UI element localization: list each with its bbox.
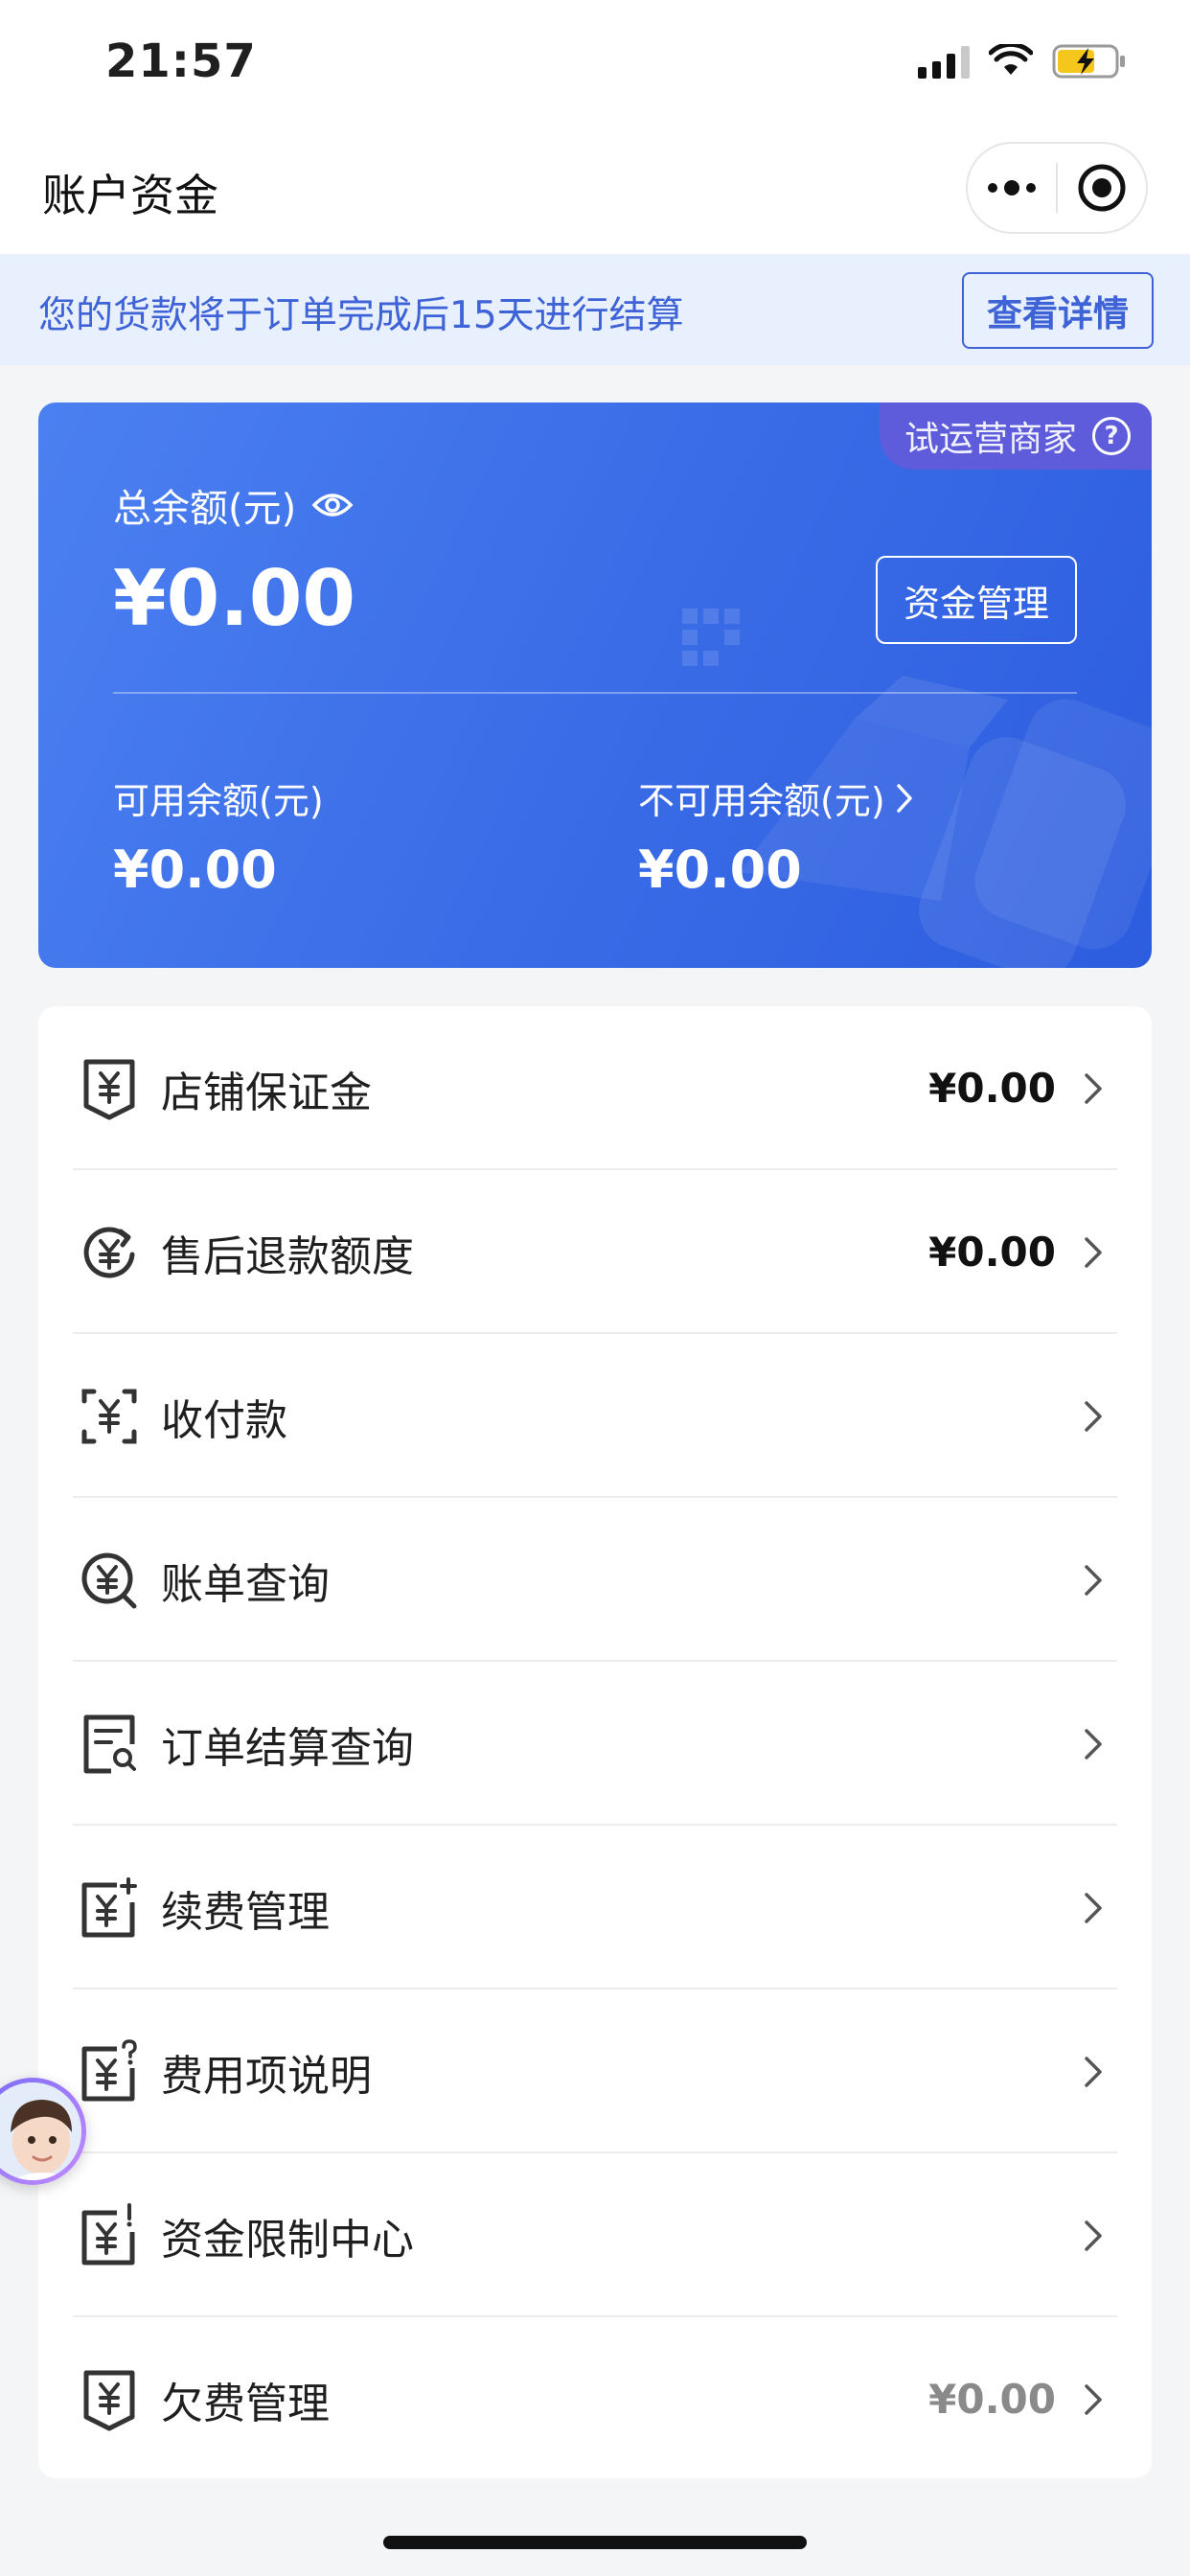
mini-program-capsule [966,142,1148,234]
trial-merchant-label: 试运营商家 [904,420,1077,459]
total-balance-value: ¥0.00 [113,554,356,643]
balance-card: 试运营商家 ? 总余额(元) ¥0.00 资金管理 可用余额(元) ¥0.00 … [38,402,1152,968]
chevron-right-icon [1085,1236,1102,1268]
status-time: 21:57 [105,34,257,88]
total-balance-label: 总余额(元) [113,487,297,531]
chevron-right-icon [1085,2220,1102,2251]
nav-bar: 账户资金 [0,125,1190,254]
available-balance-value: ¥0.00 [113,840,277,900]
view-details-button[interactable]: 查看详情 [962,272,1154,349]
list-item-amount: ¥0.00 [928,2376,1056,2423]
account-funds-page: 21:57 账户资金 您的货款将于订单完成后15天进行结算 查看详情 试运营商家… [0,0,1190,2576]
status-icons [918,42,1129,80]
refund-yuan-icon [83,1226,135,1277]
chevron-right-icon [1085,1564,1102,1596]
page-title: 账户资金 [42,170,218,221]
chevron-right-icon [1085,1728,1102,1760]
more-dots-icon [988,180,1036,196]
unavailable-balance-label: 不可用余额(元) [638,780,885,822]
list-item-label: 资金限制中心 [161,2215,414,2265]
cellular-signal-icon [918,44,970,79]
close-mini-program-button[interactable] [1058,144,1146,232]
fund-menu-list: 店铺保证金 ¥0.00 售后退款额度 ¥0.00 收付款 账单查询 订单结算查询… [38,1006,1152,2478]
battery-charging-icon [1052,44,1125,79]
list-item-payments[interactable]: 收付款 [38,1334,1152,1498]
arrears-shield-icon [83,2370,135,2430]
avatar-image [0,2082,81,2180]
search-yuan-icon [81,1552,137,1608]
scan-yuan-icon [81,1389,137,1443]
fund-management-button[interactable]: 资金管理 [876,556,1077,644]
available-balance: 可用余额(元) ¥0.00 [113,771,324,900]
list-item-label: 费用项说明 [161,2051,372,2101]
avatar-face-icon [0,2082,81,2180]
list-item-renewal-management[interactable]: 续费管理 [38,1826,1152,1990]
list-item-bill-query[interactable]: 账单查询 [38,1498,1152,1662]
list-item-label: 店铺保证金 [161,1068,372,1117]
more-options-button[interactable] [968,144,1056,232]
chevron-right-icon [1085,1072,1102,1104]
list-item-label: 续费管理 [161,1887,330,1937]
restriction-yuan-icon [81,2202,135,2265]
home-indicator [383,2536,807,2549]
list-item-store-deposit[interactable]: 店铺保证金 ¥0.00 [38,1006,1152,1170]
chevron-right-icon [1085,2056,1102,2087]
settlement-notice-bar: 您的货款将于订单完成后15天进行结算 查看详情 [0,254,1190,365]
help-icon: ? [1092,417,1131,455]
unavailable-balance-label-group: 不可用余额(元) [638,771,914,824]
list-item-label: 欠费管理 [161,2379,330,2428]
renew-yuan-icon [81,1876,137,1937]
wifi-icon [989,44,1033,75]
list-item-arrears-management[interactable]: 欠费管理 ¥0.00 [38,2317,1152,2481]
list-item-order-settlement-query[interactable]: 订单结算查询 [38,1662,1152,1826]
target-close-icon [1078,164,1126,212]
available-balance-label: 可用余额(元) [113,780,324,822]
fee-info-icon [81,2038,137,2101]
shield-yuan-icon [83,1059,135,1119]
list-item-amount: ¥0.00 [928,1065,1056,1112]
chevron-right-icon [896,783,912,813]
notice-text: 您的货款将于订单完成后15天进行结算 [38,294,684,337]
document-search-icon [83,1714,136,1773]
status-bar: 21:57 [0,0,1190,125]
list-item-label: 订单结算查询 [161,1723,414,1773]
chevron-right-icon [1085,1892,1102,1923]
list-item-fee-description[interactable]: 费用项说明 [38,1990,1152,2153]
list-item-label: 账单查询 [161,1559,330,1609]
chevron-right-icon [1085,2383,1102,2415]
trial-merchant-tag[interactable]: 试运营商家 ? [879,402,1152,470]
total-balance-label-group: 总余额(元) [113,477,354,533]
eye-icon[interactable] [311,490,354,520]
unavailable-balance[interactable]: 不可用余额(元) ¥0.00 [638,771,914,900]
card-divider [113,692,1077,694]
list-item-amount: ¥0.00 [928,1229,1056,1276]
chevron-right-icon [1085,1400,1102,1432]
unavailable-balance-value: ¥0.00 [638,840,802,900]
list-item-refund-quota[interactable]: 售后退款额度 ¥0.00 [38,1170,1152,1334]
list-item-label: 收付款 [161,1395,287,1445]
list-item-fund-restriction-center[interactable]: 资金限制中心 [38,2153,1152,2317]
list-item-label: 售后退款额度 [161,1231,414,1281]
